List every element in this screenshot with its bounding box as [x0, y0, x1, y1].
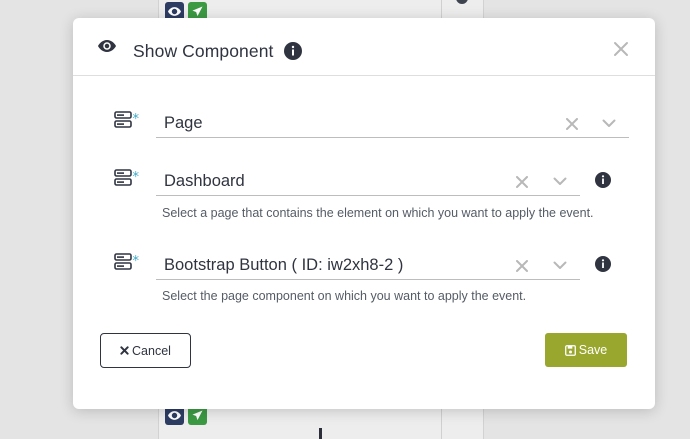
dashboard-help-text: Select a page that contains the element … — [162, 206, 594, 220]
page-select[interactable]: Page — [156, 110, 629, 138]
required-marker: * — [133, 170, 140, 185]
floppy-disk-icon — [564, 344, 576, 356]
save-button[interactable]: Save — [545, 333, 627, 367]
component-select-value: Bootstrap Button ( ID: iw2xh8-2 ) — [164, 256, 404, 274]
server-rows-icon: * — [114, 111, 140, 128]
eye-icon — [98, 40, 116, 52]
flow-connector — [319, 428, 322, 439]
server-rows-icon: * — [114, 169, 140, 186]
cancel-label: Cancel — [132, 343, 171, 358]
clear-x-icon[interactable] — [516, 176, 528, 188]
chevron-down-icon[interactable] — [553, 177, 567, 186]
component-select[interactable]: Bootstrap Button ( ID: iw2xh8-2 ) — [156, 252, 580, 280]
paper-plane-icon — [192, 6, 203, 17]
clear-x-icon[interactable] — [516, 260, 528, 272]
required-marker: * — [133, 112, 140, 127]
show-component-modal: Show Component * Page * Dashboard Select… — [73, 18, 655, 409]
chevron-down-icon[interactable] — [553, 261, 567, 270]
chevron-down-icon[interactable] — [602, 119, 616, 128]
info-circle-icon[interactable] — [284, 42, 302, 60]
dashboard-select-value: Dashboard — [164, 172, 245, 190]
gear-icon[interactable] — [456, 0, 468, 4]
modal-title: Show Component — [133, 41, 274, 61]
close-icon[interactable] — [613, 41, 629, 57]
eye-icon — [168, 7, 181, 16]
times-icon — [120, 346, 129, 355]
clear-x-icon[interactable] — [566, 118, 578, 130]
save-label: Save — [578, 343, 608, 357]
info-circle-icon[interactable] — [595, 256, 611, 272]
page-select-value: Page — [164, 114, 203, 132]
server-rows-icon: * — [114, 253, 140, 270]
paper-plane-icon — [192, 410, 203, 421]
modal-header: Show Component — [73, 18, 655, 76]
eye-icon — [168, 411, 181, 420]
component-help-text: Select the page component on which you w… — [162, 289, 527, 303]
info-circle-icon[interactable] — [595, 172, 611, 188]
dashboard-select[interactable]: Dashboard — [156, 168, 580, 196]
cancel-button[interactable]: Cancel — [100, 333, 191, 368]
required-marker: * — [133, 254, 140, 269]
